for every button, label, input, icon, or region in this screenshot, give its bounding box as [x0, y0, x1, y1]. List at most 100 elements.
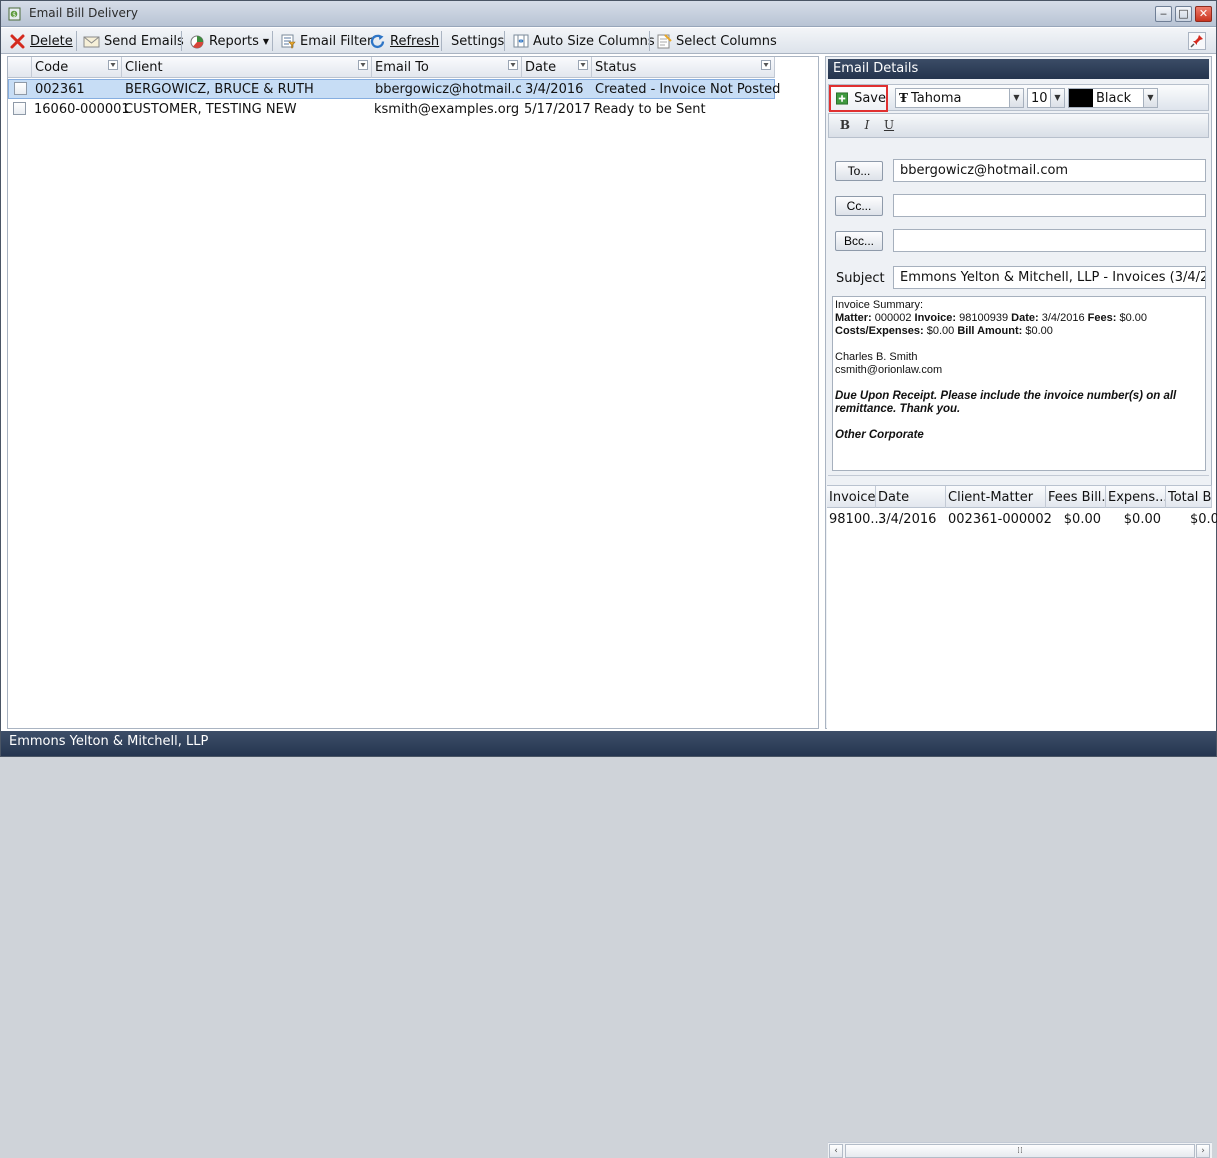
cell-client: CUSTOMER, TESTING NEW [124, 102, 297, 117]
font-size-select[interactable]: 10 ▼ [1027, 88, 1065, 108]
column-header-expenses[interactable]: Expens... [1106, 486, 1166, 508]
scroll-left-arrow-icon[interactable]: ‹ [829, 1144, 843, 1158]
column-header-client[interactable]: Client [122, 57, 372, 78]
email-list-grid: Code Client Email To Date Status 002361 … [7, 56, 819, 729]
select-columns-icon [657, 34, 672, 49]
window-title: Email Bill Delivery [29, 6, 138, 20]
subject-field[interactable]: Emmons Yelton & Mitchell, LLP - Invoices… [893, 266, 1206, 289]
cc-field[interactable] [893, 194, 1206, 217]
column-header-date[interactable]: Date [876, 486, 946, 508]
scrollbar-thumb[interactable]: ⁞⁞ [845, 1144, 1195, 1158]
main-toolbar: Delete Send Emails Reports ▼ Email Filte… [1, 28, 1216, 54]
format-toolbar: Save Ŧ Tahoma ▼ 10 ▼ Black ▼ [828, 84, 1209, 112]
close-window-button[interactable]: ✕ [1195, 6, 1212, 22]
delete-button[interactable]: Delete [9, 31, 73, 51]
bcc-field[interactable] [893, 229, 1206, 252]
maximize-button[interactable]: □ [1175, 6, 1192, 22]
column-header-label: Email To [375, 60, 429, 75]
title-bar: $ Email Bill Delivery ‒ □ ✕ [1, 1, 1216, 27]
column-header-label: Code [35, 60, 69, 75]
invoice-grid: Invoice Date Client-Matter Fees Bill... … [827, 485, 1217, 1158]
column-header-date[interactable]: Date [522, 57, 592, 78]
body-summary-line: Invoice Summary: [835, 299, 924, 311]
app-icon: $ [8, 7, 21, 21]
auto-size-columns-icon [513, 34, 529, 48]
font-color-value: Black [1096, 90, 1132, 106]
cell-status: Created - Invoice Not Posted [595, 82, 781, 97]
chevron-down-icon[interactable]: ▼ [1050, 89, 1064, 107]
column-header-select[interactable] [8, 57, 32, 78]
filter-icon [281, 34, 296, 49]
email-details-header: Email Details [828, 59, 1209, 79]
column-header-label: Status [595, 60, 637, 75]
reports-label: Reports [209, 33, 259, 49]
pin-icon[interactable] [1188, 32, 1206, 50]
column-filter-icon[interactable] [108, 60, 118, 70]
minimize-button[interactable]: ‒ [1155, 6, 1172, 22]
body-sender-name: Charles B. Smith [835, 351, 918, 363]
refresh-label: Refresh [390, 33, 440, 49]
underline-icon[interactable]: U [881, 118, 897, 134]
font-color-select[interactable]: Black ▼ [1068, 88, 1158, 108]
to-button[interactable]: To... [835, 161, 883, 181]
column-header-total[interactable]: Total Bil [1166, 486, 1212, 508]
table-row[interactable]: 16060-000001 CUSTOMER, TESTING NEW ksmit… [8, 100, 775, 120]
status-bar: Emmons Yelton & Mitchell, LLP [1, 731, 1216, 756]
toolbar-separator [649, 31, 650, 51]
cell-email: ksmith@examples.org [374, 102, 520, 117]
chevron-down-icon[interactable]: ▼ [1143, 89, 1157, 107]
bcc-button[interactable]: Bcc... [835, 231, 883, 251]
cc-button[interactable]: Cc... [835, 196, 883, 216]
column-header-client-matter[interactable]: Client-Matter [946, 486, 1046, 508]
body-invoice-line: Matter: 000002 Invoice: 98100939 Date: 3… [835, 312, 1147, 324]
select-columns-button[interactable]: Select Columns [657, 31, 777, 51]
splitter[interactable] [828, 475, 1209, 483]
column-header-code[interactable]: Code [32, 57, 122, 78]
chevron-down-icon[interactable]: ▼ [1009, 89, 1023, 107]
font-name-value: Tahoma [910, 90, 962, 106]
font-name-select[interactable]: Ŧ Tahoma ▼ [895, 88, 1024, 108]
color-swatch [1069, 89, 1093, 107]
toolbar-separator [272, 31, 273, 51]
horizontal-scrollbar[interactable]: ‹ ⁞⁞ › [828, 1142, 1212, 1158]
font-type-icon: Ŧ [899, 91, 908, 105]
delete-label: Delete [30, 33, 73, 49]
auto-size-columns-button[interactable]: Auto Size Columns [513, 31, 655, 51]
column-filter-icon[interactable] [761, 60, 771, 70]
cell-status: Ready to be Sent [594, 102, 706, 117]
cell-code: 002361 [35, 82, 85, 97]
save-button[interactable]: Save [829, 85, 888, 112]
send-emails-label: Send Emails [104, 33, 184, 49]
cell-fees: $0.00 [1063, 512, 1101, 527]
toolbar-separator [76, 31, 77, 51]
table-row[interactable]: 98100... 3/4/2016 002361-000002 $0.00 $0… [827, 510, 1217, 530]
column-filter-icon[interactable] [358, 60, 368, 70]
settings-button[interactable]: Settings [451, 31, 504, 51]
to-field[interactable]: bbergowicz@hotmail.com [893, 159, 1206, 182]
column-filter-icon[interactable] [508, 60, 518, 70]
table-row[interactable]: 002361 BERGOWICZ, BRUCE & RUTH bbergowic… [8, 79, 780, 99]
scroll-right-arrow-icon[interactable]: › [1196, 1144, 1210, 1158]
settings-label: Settings [451, 33, 505, 49]
column-header-invoice[interactable]: Invoice [827, 486, 876, 508]
column-header-email-to[interactable]: Email To [372, 57, 522, 78]
email-filter-button[interactable]: Email Filter [280, 31, 372, 51]
chevron-down-icon: ▼ [262, 36, 270, 46]
row-checkbox[interactable] [13, 102, 26, 115]
column-filter-icon[interactable] [578, 60, 588, 70]
cell-email: bbergowicz@hotmail.c... [375, 82, 521, 97]
reports-chart-icon [190, 35, 204, 49]
send-emails-button[interactable]: Send Emails [83, 31, 184, 51]
column-header-status[interactable]: Status [592, 57, 775, 78]
email-body-editor[interactable]: Invoice Summary: Matter: 000002 Invoice:… [832, 296, 1206, 471]
bold-icon[interactable]: B [837, 118, 853, 134]
row-checkbox[interactable] [14, 82, 27, 95]
cell-expenses: $0.00 [1123, 512, 1161, 527]
refresh-button[interactable]: Refresh [369, 31, 439, 51]
save-label: Save [854, 91, 886, 106]
cell-code: 16060-000001 [34, 102, 130, 117]
column-header-label: Client [125, 60, 163, 75]
reports-dropdown-button[interactable]: Reports ▼ [189, 31, 269, 51]
italic-icon[interactable]: I [859, 118, 875, 134]
column-header-fees[interactable]: Fees Bill... [1046, 486, 1106, 508]
